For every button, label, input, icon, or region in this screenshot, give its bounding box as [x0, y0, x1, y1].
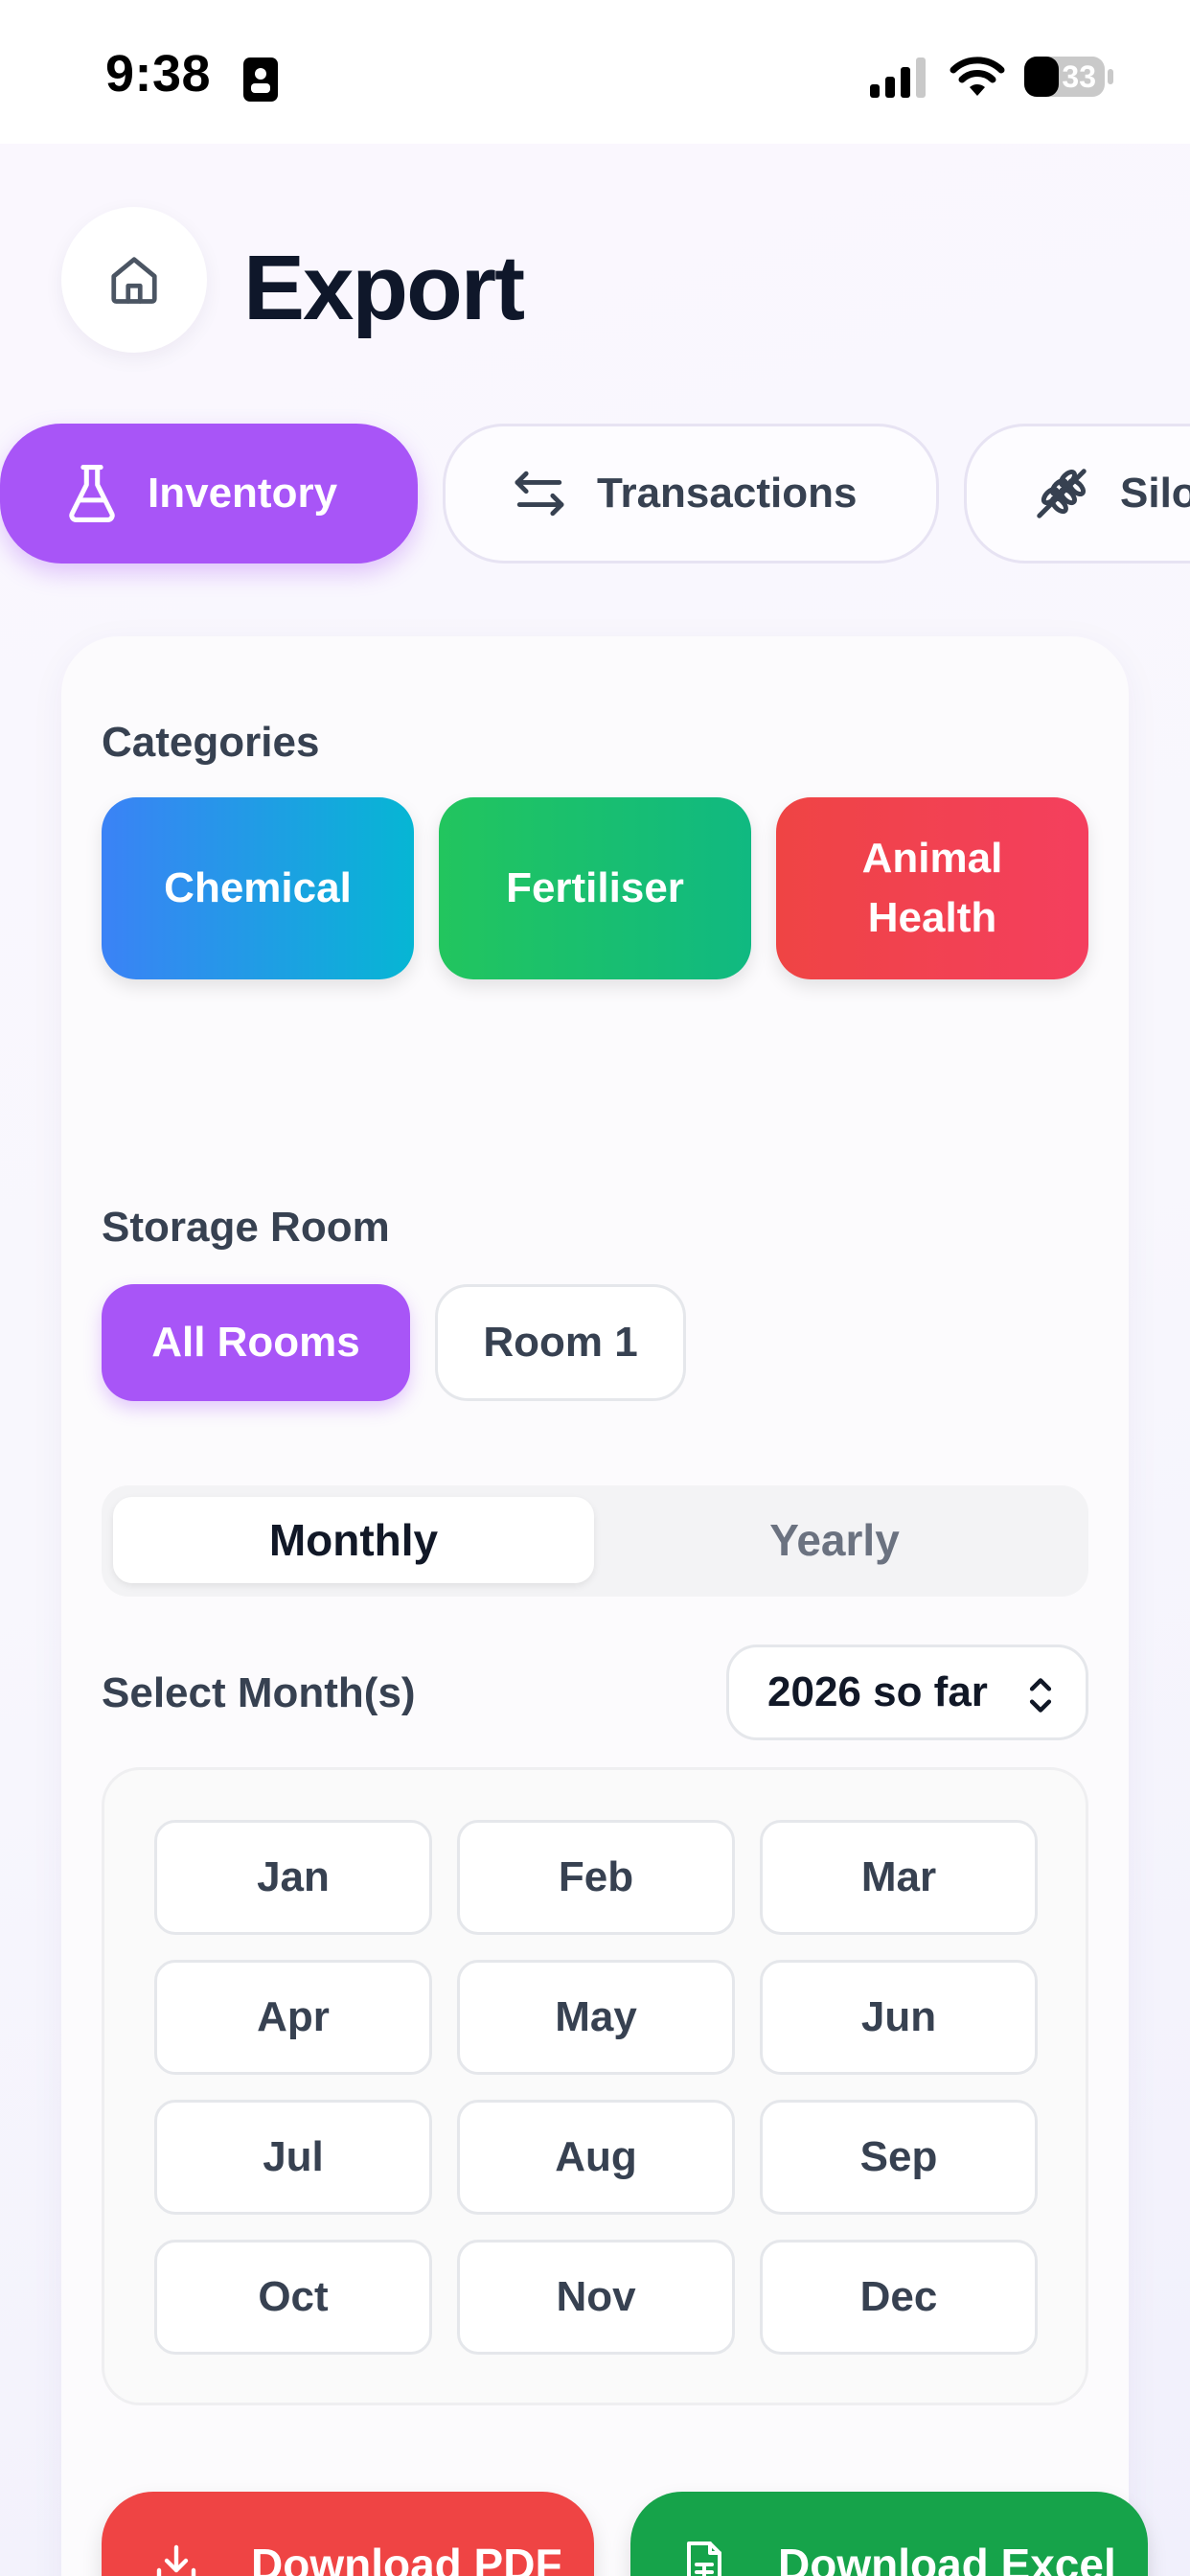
room-all-rooms-button[interactable]: All Rooms — [102, 1284, 410, 1401]
select-months-label: Select Month(s) — [102, 1669, 416, 1716]
status-bar: 9:38 33 — [0, 0, 1190, 144]
month-oct-button[interactable]: Oct — [154, 2240, 432, 2355]
arrows-swap-icon — [515, 471, 564, 517]
export-screen: Export Inventory Transactions Silo Categ… — [0, 144, 1190, 2576]
home-button[interactable] — [61, 207, 207, 353]
period-monthly-option[interactable]: Monthly — [113, 1497, 594, 1583]
category-animal-health-button[interactable]: Animal Health — [776, 797, 1088, 979]
year-select-value: 2026 so far — [767, 1668, 988, 1715]
export-options-card: Categories Chemical Fertiliser Animal He… — [61, 636, 1148, 2576]
chevron-up-down-icon — [1029, 1678, 1052, 1713]
spreadsheet-file-icon — [687, 2542, 721, 2576]
download-pdf-button[interactable]: Download PDF — [102, 2492, 594, 2576]
period-yearly-option[interactable]: Yearly — [594, 1497, 1075, 1583]
month-aug-button[interactable]: Aug — [457, 2100, 735, 2215]
home-icon — [111, 257, 157, 304]
categories-label: Categories — [102, 719, 320, 766]
id-badge-icon — [243, 58, 278, 102]
month-feb-button[interactable]: Feb — [457, 1820, 735, 1935]
month-mar-button[interactable]: Mar — [760, 1820, 1038, 1935]
room-1-button[interactable]: Room 1 — [435, 1284, 686, 1401]
month-may-button[interactable]: May — [457, 1960, 735, 2075]
status-time: 9:38 — [105, 45, 212, 103]
month-jan-button[interactable]: Jan — [154, 1820, 432, 1935]
month-nov-button[interactable]: Nov — [457, 2240, 735, 2355]
month-dec-button[interactable]: Dec — [760, 2240, 1038, 2355]
year-select[interactable]: 2026 so far — [726, 1644, 1088, 1740]
category-chemical-button[interactable]: Chemical — [102, 797, 414, 979]
wifi-icon — [950, 57, 1005, 96]
month-jun-button[interactable]: Jun — [760, 1960, 1038, 2075]
download-icon — [156, 2544, 196, 2576]
period-toggle: Monthly Yearly — [102, 1485, 1088, 1597]
battery-level: 33 — [1062, 59, 1096, 94]
download-excel-label: Download Excel — [778, 2540, 1116, 2576]
tab-label: Silo — [1120, 470, 1190, 517]
month-jul-button[interactable]: Jul — [154, 2100, 432, 2215]
tab-transactions[interactable]: Transactions — [443, 424, 939, 564]
page-title: Export — [243, 237, 525, 339]
tab-inventory[interactable]: Inventory — [0, 424, 418, 564]
download-excel-button[interactable]: Download Excel — [630, 2492, 1148, 2576]
month-apr-button[interactable]: Apr — [154, 1960, 432, 2075]
month-sep-button[interactable]: Sep — [760, 2100, 1038, 2215]
tab-label: Transactions — [597, 470, 858, 517]
download-pdf-label: Download PDF — [251, 2540, 562, 2576]
wheat-icon — [1037, 469, 1087, 518]
tab-silo[interactable]: Silo — [964, 424, 1190, 564]
signal-icon — [870, 58, 926, 98]
storage-room-label: Storage Room — [102, 1204, 390, 1251]
tab-label: Inventory — [148, 470, 338, 517]
category-fertiliser-button[interactable]: Fertiliser — [439, 797, 751, 979]
month-grid: Jan Feb Mar Apr May Jun Jul Aug Sep Oct … — [102, 1767, 1088, 2405]
flask-icon — [69, 465, 115, 522]
